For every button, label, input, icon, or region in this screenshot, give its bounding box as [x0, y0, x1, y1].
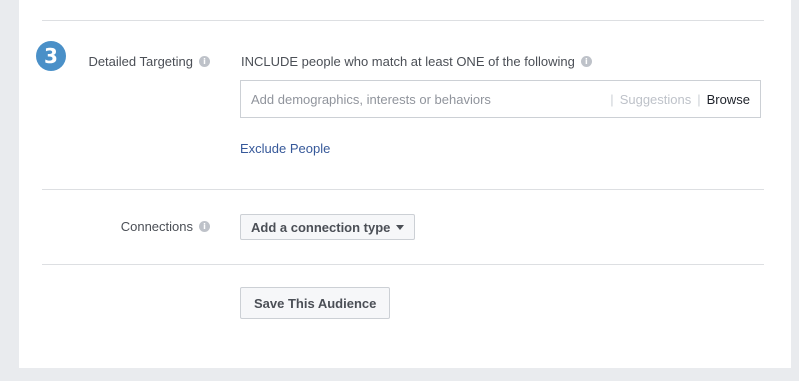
connection-type-label: Add a connection type: [251, 219, 391, 235]
save-audience-button[interactable]: Save This Audience: [240, 287, 391, 319]
section-divider-bottom: [42, 264, 764, 265]
include-criteria-text: INCLUDE people who match at least ONE of…: [241, 54, 575, 69]
info-icon[interactable]: i: [580, 56, 592, 67]
detailed-targeting-label: Detailed Targeting: [88, 54, 193, 69]
info-icon[interactable]: i: [199, 221, 210, 232]
connections-label-row: Connections i: [121, 219, 210, 234]
suggestions-link[interactable]: Suggestions: [620, 92, 692, 107]
browse-link[interactable]: Browse: [707, 92, 750, 107]
detailed-targeting-label-row: Detailed Targeting i: [88, 54, 210, 69]
targeting-search-box: | Suggestions | Browse: [240, 80, 761, 118]
audience-panel: 3 Detailed Targeting i INCLUDE people wh…: [19, 0, 791, 368]
caret-down-icon: [396, 224, 405, 230]
info-icon[interactable]: i: [199, 56, 210, 67]
section-divider-middle: [42, 189, 764, 190]
connection-type-dropdown[interactable]: Add a connection type: [240, 214, 416, 240]
separator: |: [697, 91, 701, 107]
exclude-people-link[interactable]: Exclude People: [240, 141, 330, 156]
include-criteria-row: INCLUDE people who match at least ONE of…: [241, 54, 592, 69]
section-divider-top: [42, 20, 764, 21]
step-number-badge: 3: [36, 41, 66, 71]
separator: |: [610, 91, 614, 107]
connections-label: Connections: [120, 219, 193, 234]
targeting-search-input[interactable]: [241, 81, 605, 117]
